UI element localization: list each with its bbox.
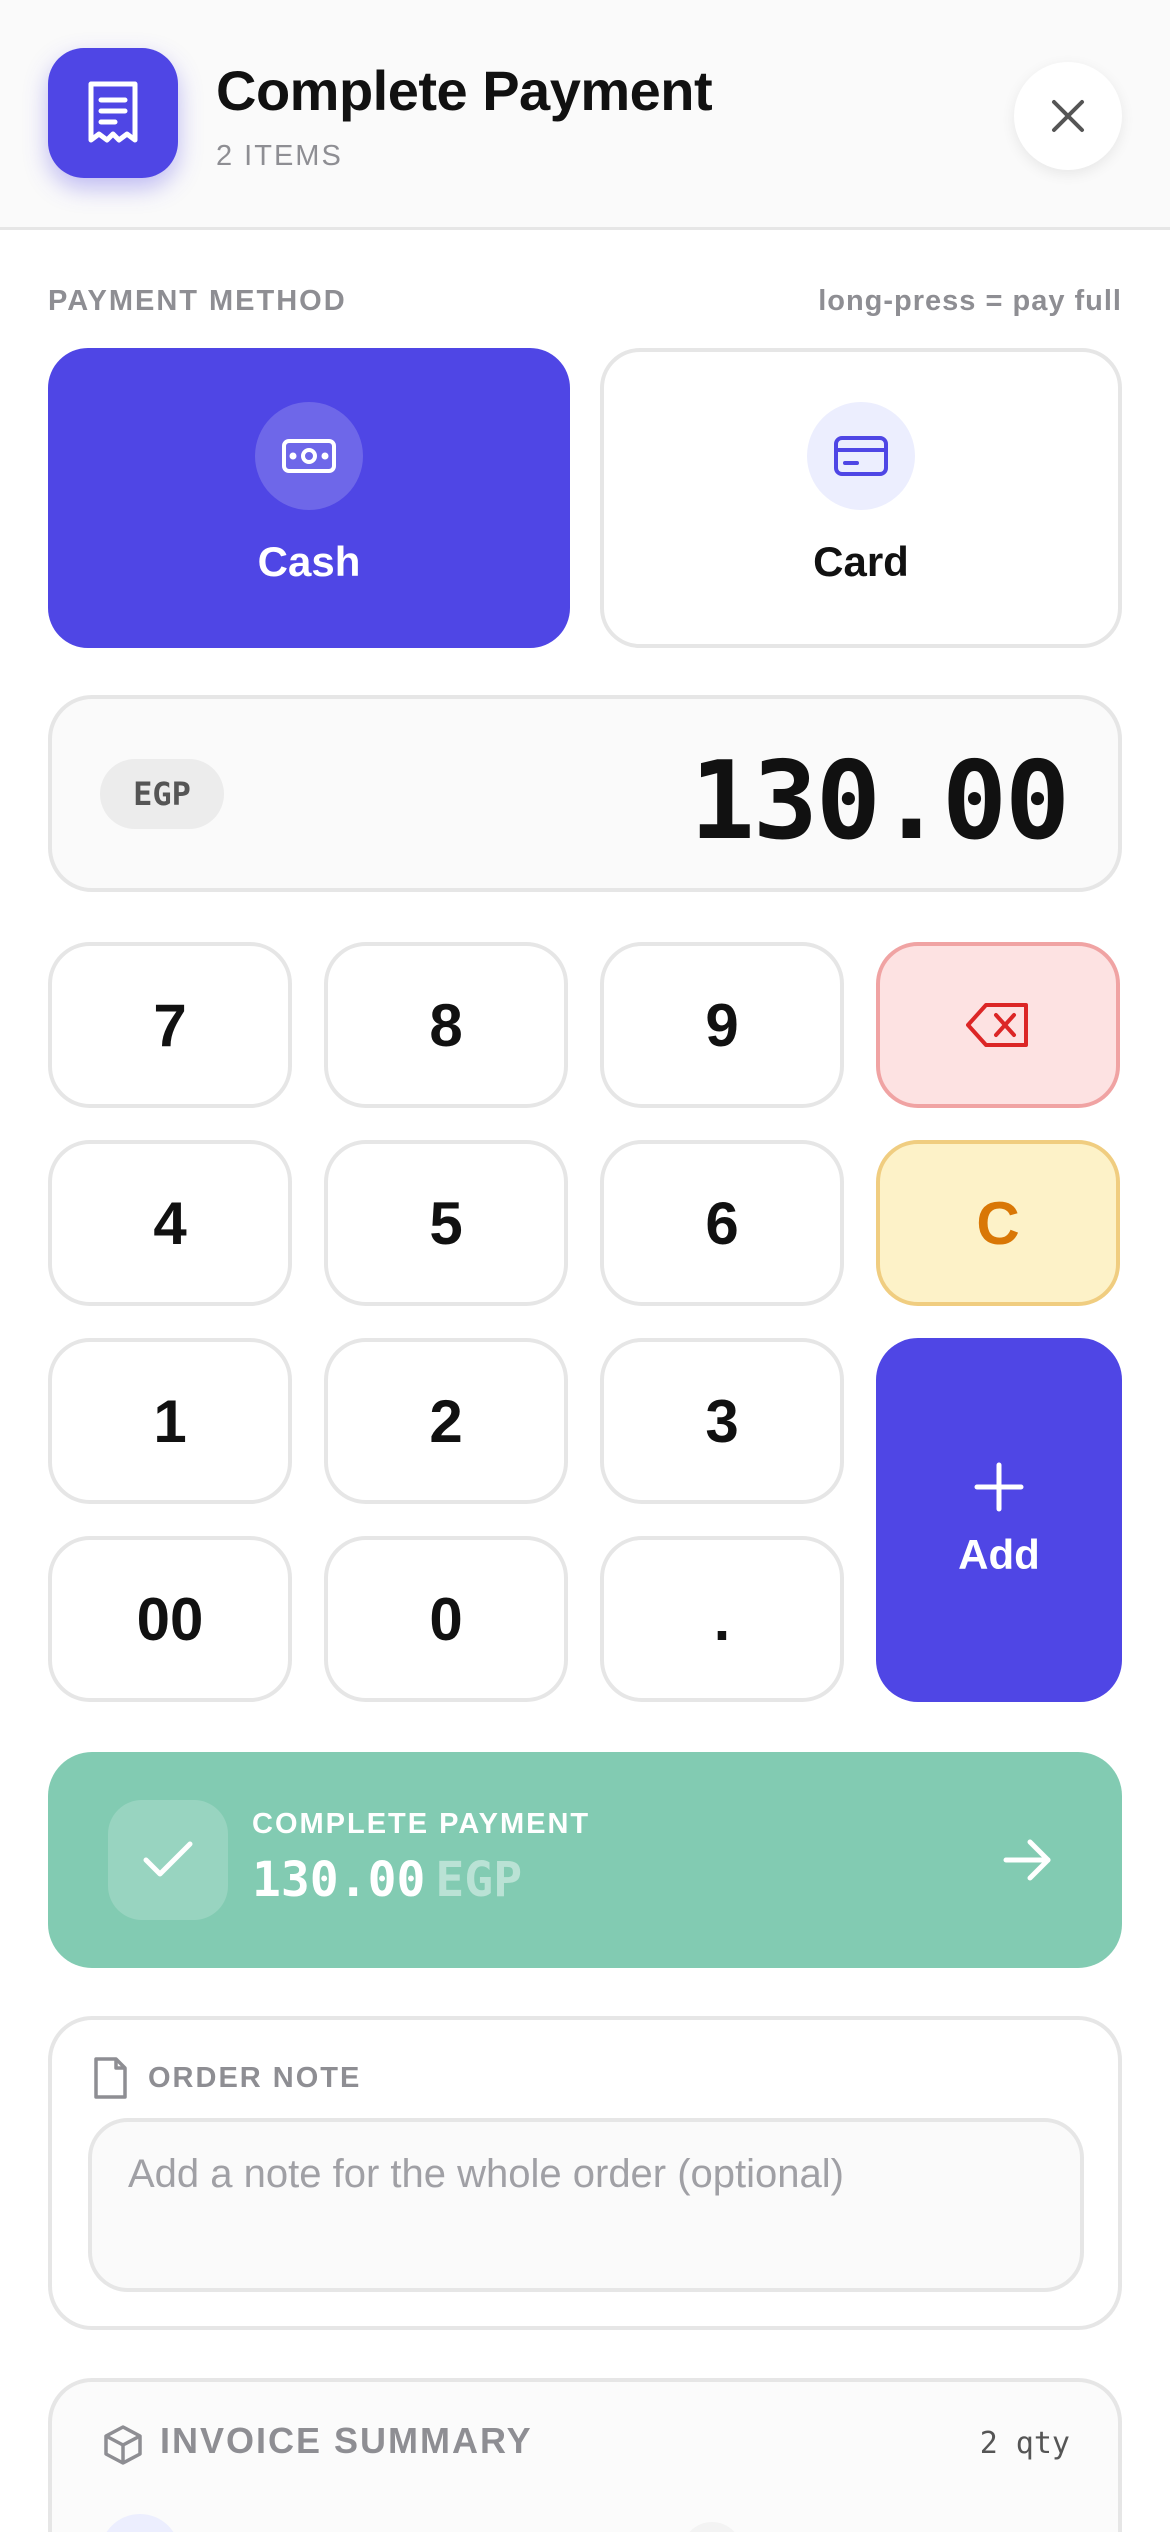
key-6[interactable]: 6 xyxy=(600,1140,844,1306)
key-2[interactable]: 2 xyxy=(324,1338,568,1504)
key-9[interactable]: 9 xyxy=(600,942,844,1108)
close-icon xyxy=(1052,100,1084,132)
complete-payment-label: COMPLETE PAYMENT xyxy=(252,1808,591,1840)
complete-amount-value: 130.00 xyxy=(252,1852,426,1908)
document-icon xyxy=(94,2057,127,2099)
page-title: Complete Payment xyxy=(216,59,713,122)
key-00[interactable]: 00 xyxy=(48,1536,292,1702)
item-avatar xyxy=(100,2514,180,2532)
key-decimal[interactable]: . xyxy=(600,1536,844,1702)
amount-value: 130.00 xyxy=(689,739,1070,864)
clear-button[interactable]: C xyxy=(876,1140,1120,1306)
item-thumb xyxy=(682,2522,742,2532)
order-note-label: ORDER NOTE xyxy=(148,2062,362,2094)
card-label: Card xyxy=(813,538,909,585)
add-payment-button[interactable]: Add xyxy=(876,1338,1122,1702)
amount-display: EGP 130.00 xyxy=(48,695,1122,892)
check-icon xyxy=(108,1800,228,1920)
currency-badge: EGP xyxy=(100,759,224,829)
long-press-hint: long-press = pay full xyxy=(818,285,1122,317)
invoice-summary-card[interactable]: INVOICE SUMMARY 2 qty xyxy=(48,2378,1122,2532)
arrow-right-icon xyxy=(1003,1839,1051,1881)
key-8[interactable]: 8 xyxy=(324,942,568,1108)
cash-method-button[interactable]: Cash xyxy=(48,348,570,648)
key-1[interactable]: 1 xyxy=(48,1338,292,1504)
credit-card-icon xyxy=(807,402,915,510)
package-icon xyxy=(104,2425,142,2465)
key-5[interactable]: 5 xyxy=(324,1140,568,1306)
plus-icon xyxy=(974,1462,1024,1512)
backspace-button[interactable] xyxy=(876,942,1120,1108)
payment-method-label: PAYMENT METHOD xyxy=(48,285,347,317)
complete-amount-currency: EGP xyxy=(435,1852,523,1908)
cash-label: Cash xyxy=(257,538,361,585)
complete-payment-amount: 130.00 EGP xyxy=(252,1852,522,1908)
add-label: Add xyxy=(958,1531,1040,1578)
item-count: 2 ITEMS xyxy=(216,140,343,172)
key-0[interactable]: 0 xyxy=(324,1536,568,1702)
key-4[interactable]: 4 xyxy=(48,1140,292,1306)
cash-icon xyxy=(255,402,363,510)
key-7[interactable]: 7 xyxy=(48,942,292,1108)
complete-payment-button[interactable]: COMPLETE PAYMENT 130.00 EGP xyxy=(48,1752,1122,1968)
backspace-icon xyxy=(966,1003,1028,1047)
invoice-summary-label: INVOICE SUMMARY xyxy=(160,2420,533,2461)
close-button[interactable] xyxy=(1014,62,1122,170)
order-note-input[interactable] xyxy=(88,2118,1084,2292)
key-3[interactable]: 3 xyxy=(600,1338,844,1504)
card-method-button[interactable]: Card xyxy=(600,348,1122,648)
header: Complete Payment 2 ITEMS xyxy=(0,0,1170,230)
order-note-card: ORDER NOTE xyxy=(48,2016,1122,2330)
receipt-icon xyxy=(48,48,178,178)
invoice-qty: 2 qty xyxy=(979,2426,1070,2461)
